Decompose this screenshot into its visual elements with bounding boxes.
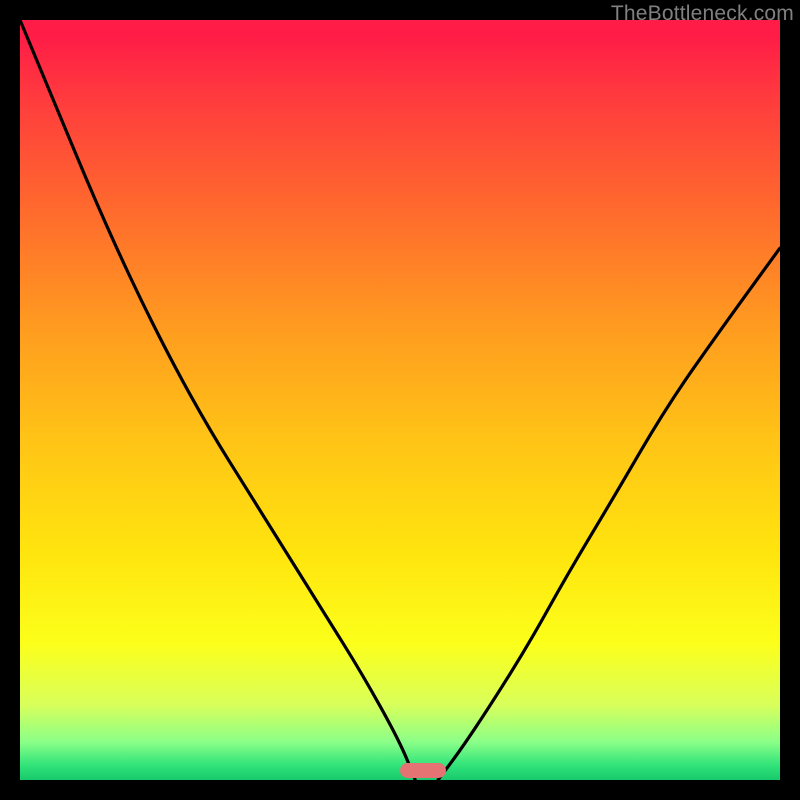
chart-frame: TheBottleneck.com xyxy=(0,0,800,800)
chart-plot-area xyxy=(20,20,780,780)
chart-curve xyxy=(20,20,780,780)
watermark-text: TheBottleneck.com xyxy=(611,2,794,26)
bottleneck-marker xyxy=(400,763,446,778)
